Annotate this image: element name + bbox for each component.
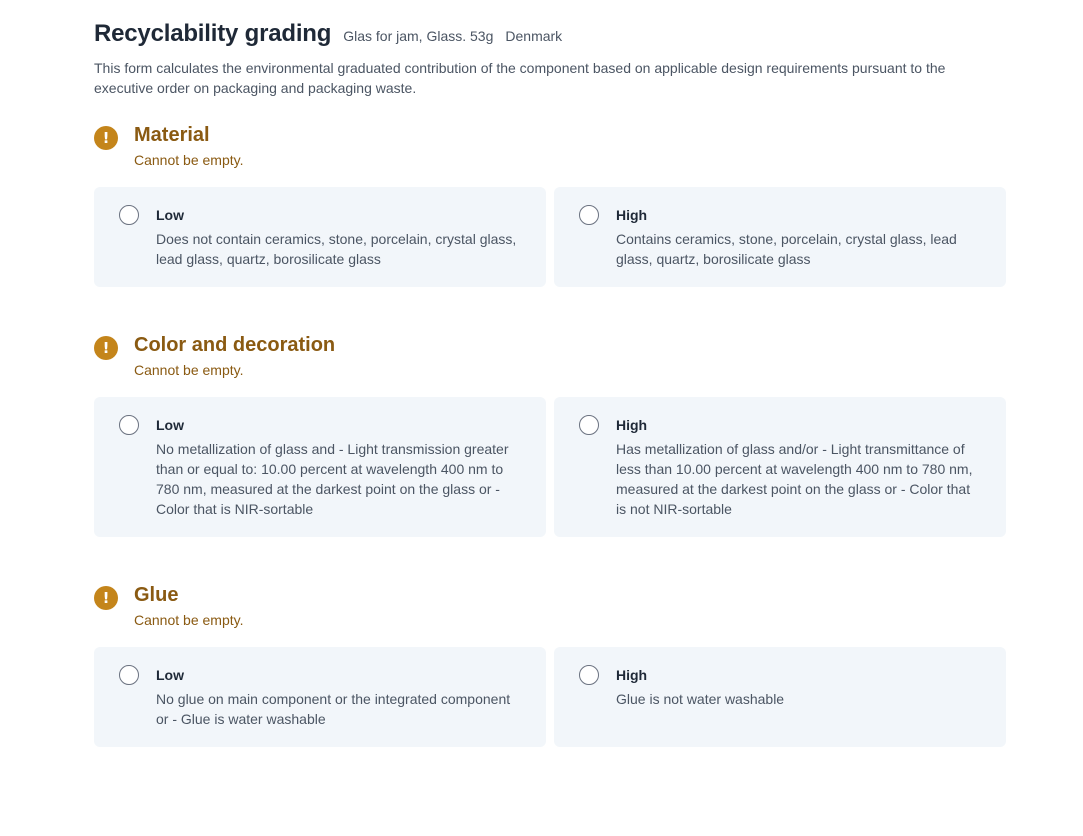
- section-title: Material: [134, 124, 210, 146]
- section-error-message: Cannot be empty.: [134, 362, 244, 378]
- radio-high[interactable]: [579, 415, 599, 435]
- radio-high[interactable]: [579, 665, 599, 685]
- warning-icon: !: [94, 336, 118, 360]
- option-label: High: [616, 417, 648, 433]
- option-group-color: Low No metallization of glass and - Ligh…: [94, 397, 1006, 537]
- option-label: Low: [156, 417, 184, 433]
- option-description: Has metallization of glass and/or - Ligh…: [616, 441, 973, 517]
- section-material: ! Material Cannot be empty. Low Does not…: [94, 124, 1006, 287]
- option-high[interactable]: High Glue is not water washable: [554, 647, 1006, 747]
- page-header: Recyclability grading Glas for jam, Glas…: [94, 20, 1083, 54]
- option-high[interactable]: High Contains ceramics, stone, porcelain…: [554, 187, 1006, 287]
- section-color-and-decoration: ! Color and decoration Cannot be empty. …: [94, 334, 1006, 537]
- section-glue: ! Glue Cannot be empty. Low No glue on m…: [94, 584, 1006, 747]
- option-group-glue: Low No glue on main component or the int…: [94, 647, 1006, 747]
- page-title: Recyclability grading: [94, 20, 332, 47]
- section-header: ! Color and decoration Cannot be empty.: [94, 334, 1006, 386]
- option-low[interactable]: Low No glue on main component or the int…: [94, 647, 546, 747]
- country-label: Denmark: [505, 28, 563, 44]
- option-high[interactable]: High Has metallization of glass and/or -…: [554, 397, 1006, 537]
- option-description: No metallization of glass and - Light tr…: [156, 441, 509, 517]
- section-header: ! Glue Cannot be empty.: [94, 584, 1006, 636]
- component-subtitle: Glas for jam, Glass. 53g: [343, 28, 494, 44]
- radio-low[interactable]: [119, 205, 139, 225]
- section-header: ! Material Cannot be empty.: [94, 124, 1006, 176]
- option-description: Contains ceramics, stone, porcelain, cry…: [616, 231, 957, 267]
- option-description: No glue on main component or the integra…: [156, 691, 511, 727]
- option-label: High: [616, 667, 648, 683]
- warning-icon: !: [94, 126, 118, 150]
- radio-low[interactable]: [119, 665, 139, 685]
- option-low[interactable]: Low No metallization of glass and - Ligh…: [94, 397, 546, 537]
- section-title: Color and decoration: [134, 334, 336, 356]
- radio-low[interactable]: [119, 415, 139, 435]
- option-label: High: [616, 207, 648, 223]
- option-description: Glue is not water washable: [616, 691, 785, 707]
- option-description: Does not contain ceramics, stone, porcel…: [156, 231, 517, 267]
- warning-icon: !: [94, 586, 118, 610]
- section-error-message: Cannot be empty.: [134, 152, 244, 168]
- form-description: This form calculates the environmental g…: [94, 60, 946, 96]
- option-low[interactable]: Low Does not contain ceramics, stone, po…: [94, 187, 546, 287]
- option-label: Low: [156, 207, 184, 223]
- option-group-material: Low Does not contain ceramics, stone, po…: [94, 187, 1006, 287]
- section-title: Glue: [134, 584, 179, 606]
- section-error-message: Cannot be empty.: [134, 612, 244, 628]
- option-label: Low: [156, 667, 184, 683]
- radio-high[interactable]: [579, 205, 599, 225]
